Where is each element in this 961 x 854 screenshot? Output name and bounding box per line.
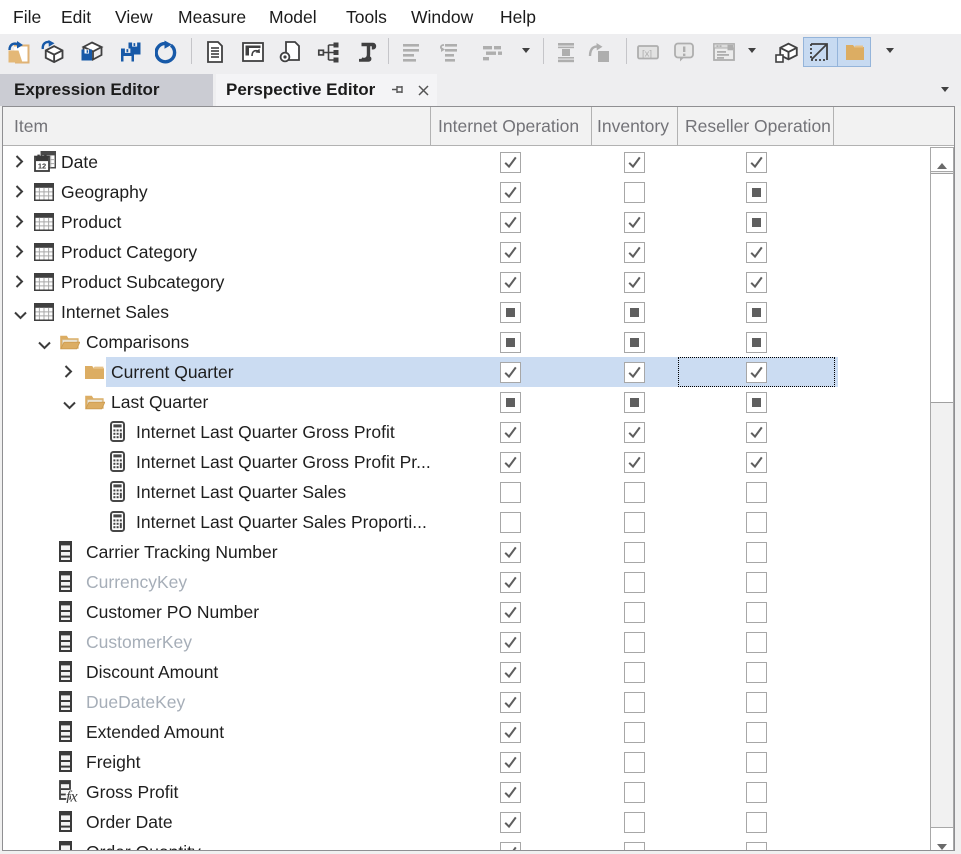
svg-text:fx: fx xyxy=(66,789,78,804)
svg-text:12: 12 xyxy=(38,162,46,171)
svg-text:[x]: [x] xyxy=(642,48,652,59)
